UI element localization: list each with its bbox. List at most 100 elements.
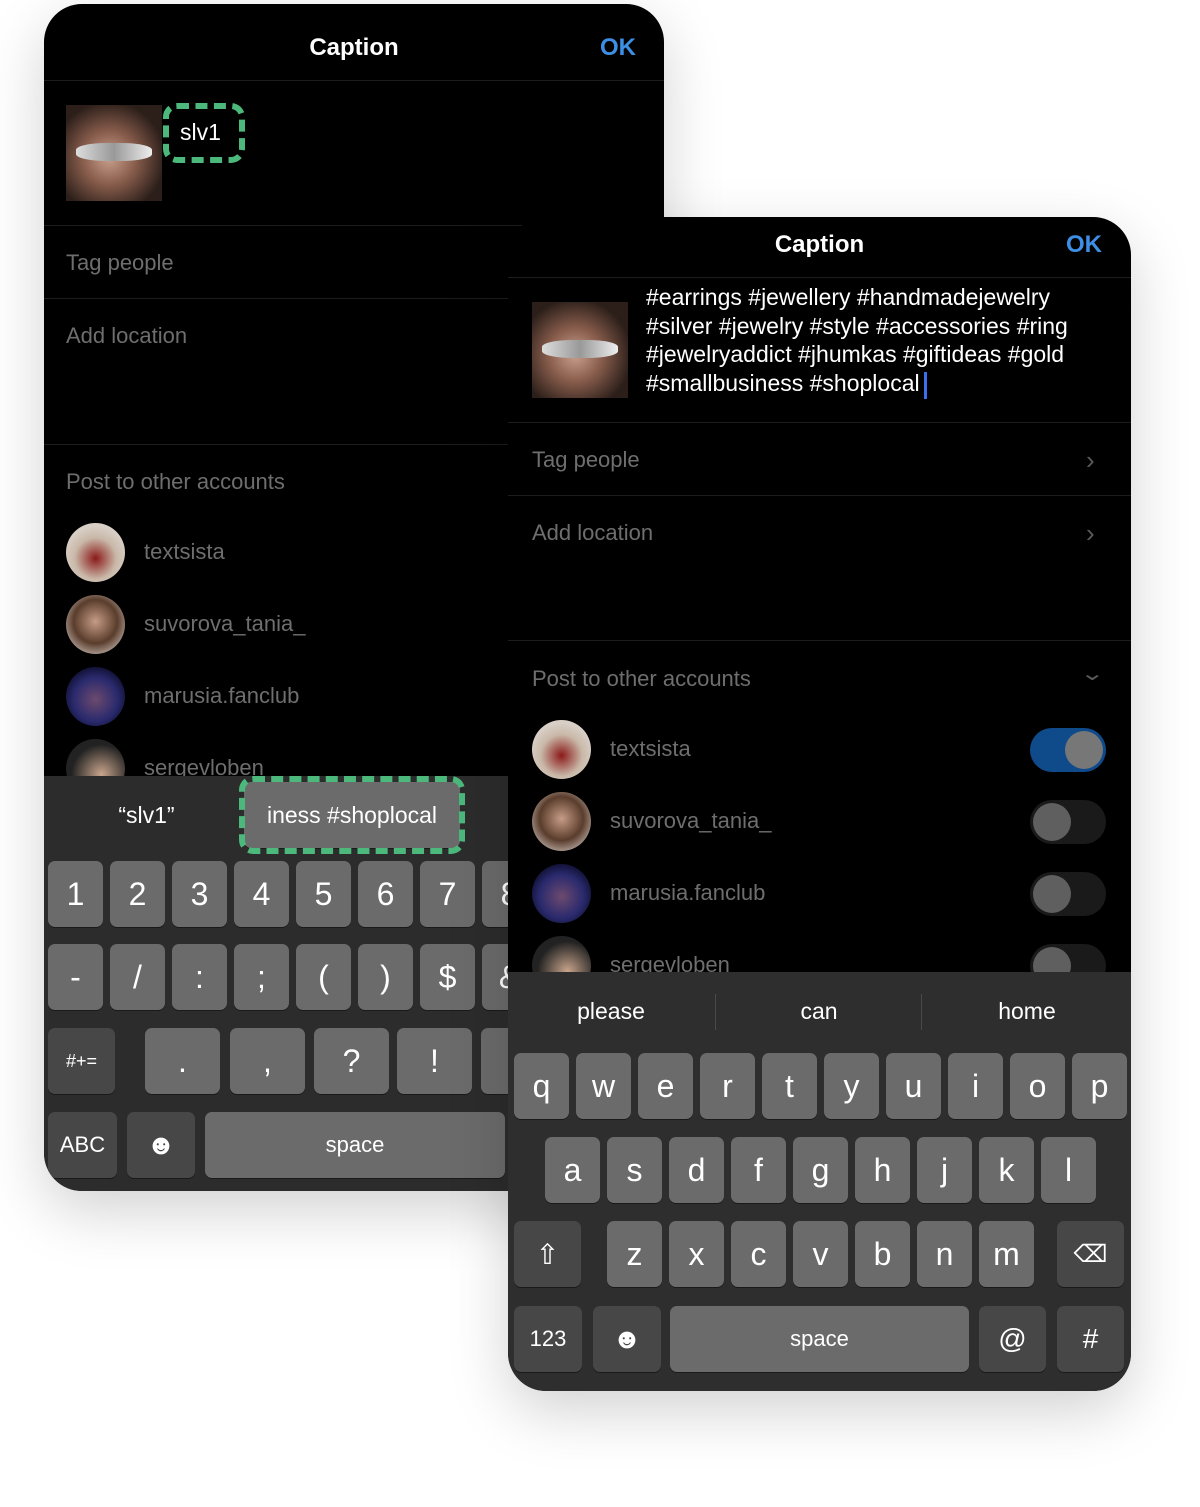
key[interactable]: f	[731, 1137, 786, 1203]
key[interactable]: v	[793, 1221, 848, 1287]
key[interactable]: g	[793, 1137, 848, 1203]
key[interactable]: y	[824, 1053, 879, 1119]
emoji-icon: ☻	[146, 1129, 176, 1160]
key[interactable]: s	[607, 1137, 662, 1203]
header-title: Caption	[309, 34, 399, 61]
account-avatar	[66, 667, 125, 726]
backspace-key[interactable]: ⌫	[1057, 1221, 1124, 1287]
key[interactable]: 2	[110, 861, 165, 927]
key[interactable]: b	[855, 1221, 910, 1287]
post-toggle[interactable]	[1030, 728, 1106, 772]
account-avatar	[66, 595, 125, 654]
key[interactable]: j	[917, 1137, 972, 1203]
key[interactable]: l	[1041, 1137, 1096, 1203]
add-location-row[interactable]: Add location	[532, 520, 653, 546]
key[interactable]: (	[296, 944, 351, 1010]
symbols-key[interactable]: #+=	[48, 1028, 115, 1094]
account-name: textsista	[144, 539, 225, 564]
account-avatar	[532, 792, 591, 851]
key[interactable]: /	[110, 944, 165, 1010]
shift-key[interactable]: ⇧	[514, 1221, 581, 1287]
key[interactable]: i	[948, 1053, 1003, 1119]
key[interactable]: d	[669, 1137, 724, 1203]
key[interactable]: 5	[296, 861, 351, 927]
key[interactable]: a	[545, 1137, 600, 1203]
key[interactable]: r	[700, 1053, 755, 1119]
key[interactable]: ,	[230, 1028, 305, 1094]
key[interactable]: p	[1072, 1053, 1127, 1119]
account-name: marusia.fanclub	[144, 683, 300, 708]
key[interactable]: z	[607, 1221, 662, 1287]
tag-people-row[interactable]: Tag people	[66, 250, 174, 276]
key[interactable]: -	[48, 944, 103, 1010]
key[interactable]: q	[514, 1053, 569, 1119]
key[interactable]: m	[979, 1221, 1034, 1287]
caption-line: #earrings #jewellery #handmadejewelry	[646, 284, 1050, 310]
shift-icon: ⇧	[535, 1238, 560, 1270]
caption-line: #silver #jewelry #style #accessories #ri…	[646, 312, 1068, 339]
emoji-key[interactable]: ☻	[593, 1306, 661, 1372]
space-key[interactable]: space	[670, 1306, 969, 1372]
key[interactable]: $	[420, 944, 475, 1010]
key[interactable]: k	[979, 1137, 1034, 1203]
suggestion[interactable]: please	[538, 998, 684, 1025]
post-thumbnail	[66, 105, 162, 201]
key[interactable]: e	[638, 1053, 693, 1119]
key[interactable]: 7	[420, 861, 475, 927]
numbers-key[interactable]: 123	[514, 1306, 582, 1372]
add-location-row[interactable]: Add location	[66, 323, 187, 349]
key[interactable]: .	[145, 1028, 220, 1094]
key[interactable]: h	[855, 1137, 910, 1203]
key[interactable]: !	[397, 1028, 472, 1094]
account-avatar	[532, 720, 591, 779]
key[interactable]: t	[762, 1053, 817, 1119]
key[interactable]: x	[669, 1221, 724, 1287]
key[interactable]: ;	[234, 944, 289, 1010]
key[interactable]: 4	[234, 861, 289, 927]
highlight-box	[163, 103, 245, 163]
key[interactable]: c	[731, 1221, 786, 1287]
space-key[interactable]: space	[205, 1112, 505, 1178]
key[interactable]: :	[172, 944, 227, 1010]
abc-key[interactable]: ABC	[48, 1112, 117, 1178]
key[interactable]: w	[576, 1053, 631, 1119]
post-toggle[interactable]	[1030, 872, 1106, 916]
account-avatar	[532, 864, 591, 923]
highlight-box	[239, 776, 465, 854]
key[interactable]: )	[358, 944, 413, 1010]
account-name: textsista	[610, 736, 691, 761]
toggle-knob	[1065, 731, 1103, 769]
suggestion[interactable]: “slv1”	[84, 802, 209, 829]
right-phone-screen: Caption OK #earrings #jewellery #handmad…	[508, 217, 1131, 1391]
key[interactable]: n	[917, 1221, 972, 1287]
key[interactable]: 3	[172, 861, 227, 927]
key[interactable]: 1	[48, 861, 103, 927]
tag-people-row[interactable]: Tag people	[532, 447, 640, 473]
account-name: suvorova_tania_	[610, 808, 772, 833]
account-avatar	[66, 523, 125, 582]
key[interactable]: 6	[358, 861, 413, 927]
emoji-key[interactable]: ☻	[127, 1112, 195, 1178]
ok-button[interactable]: OK	[600, 34, 636, 62]
header-title: Caption	[774, 231, 865, 258]
post-to-other-accounts-header[interactable]: Post to other accounts	[532, 666, 751, 692]
ok-button[interactable]: OK	[1066, 231, 1102, 259]
text-cursor	[923, 371, 927, 399]
chevron-right-icon: ›	[1086, 518, 1095, 548]
emoji-icon: ☻	[612, 1323, 642, 1354]
toggle-knob	[1033, 803, 1071, 841]
key[interactable]: ?	[314, 1028, 389, 1094]
caption-input[interactable]: #earrings #jewellery #handmadejewelry #s…	[646, 283, 1068, 399]
hash-key[interactable]: #	[1057, 1306, 1124, 1372]
post-thumbnail	[532, 302, 628, 398]
post-to-other-accounts-header[interactable]: Post to other accounts	[66, 469, 285, 495]
key[interactable]: u	[886, 1053, 941, 1119]
at-key[interactable]: @	[979, 1306, 1046, 1372]
backspace-icon: ⌫	[1073, 1240, 1108, 1268]
suggestion[interactable]: home	[954, 998, 1100, 1025]
chevron-right-icon: ›	[1086, 445, 1095, 475]
suggestion[interactable]: can	[746, 998, 892, 1025]
key[interactable]: o	[1010, 1053, 1065, 1119]
chevron-down-icon: ⌄	[1079, 663, 1105, 685]
post-toggle[interactable]	[1030, 800, 1106, 844]
